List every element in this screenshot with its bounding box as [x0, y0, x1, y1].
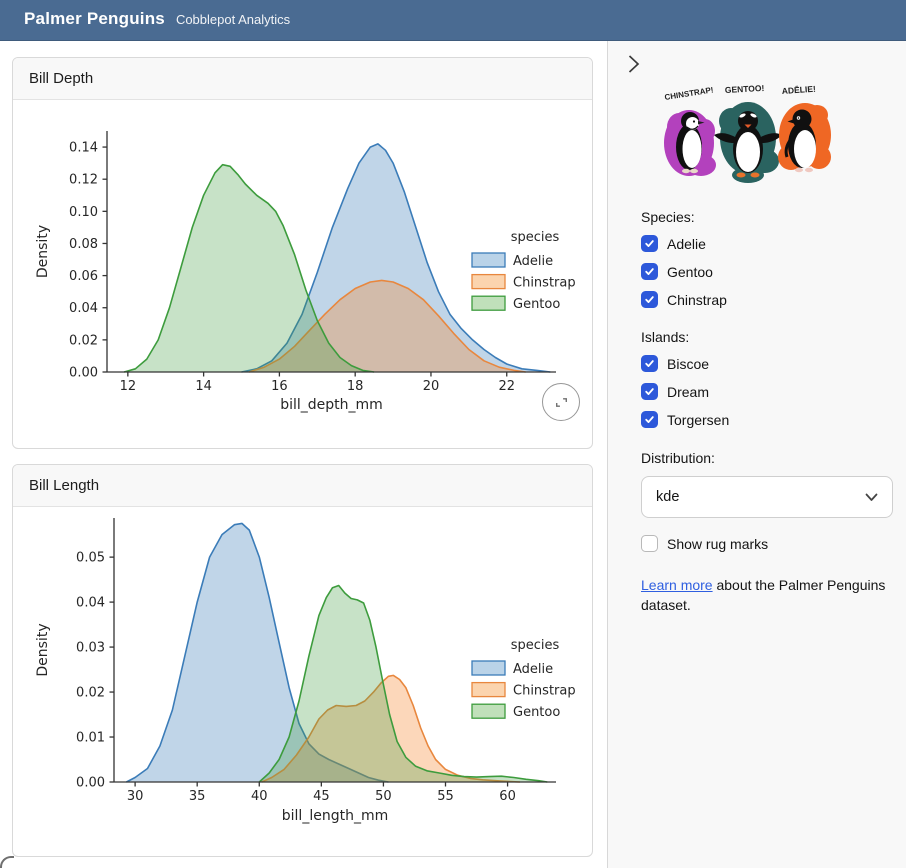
- sidebar-collapse-button[interactable]: [620, 51, 646, 77]
- svg-text:Adelie: Adelie: [513, 662, 553, 677]
- svg-text:0.04: 0.04: [69, 301, 98, 316]
- svg-text:14: 14: [195, 379, 212, 394]
- distribution-label: Distribution:: [641, 450, 893, 466]
- svg-text:16: 16: [271, 379, 288, 394]
- species-option-adelie[interactable]: Adelie: [641, 235, 893, 252]
- species-group-label: Species:: [641, 209, 893, 225]
- species-filter-group: Species: Adelie Gentoo Chinstrap: [641, 209, 893, 308]
- expand-icon: [553, 394, 570, 411]
- checkbox-icon: [641, 383, 658, 400]
- gentoo-label: GENTOO!: [725, 83, 765, 95]
- islands-group-label: Islands:: [641, 329, 893, 345]
- species-option-gentoo[interactable]: Gentoo: [641, 263, 893, 280]
- learn-more-link[interactable]: Learn more: [641, 577, 713, 593]
- bill-length-chart: 30 35 40 45 50 55 60 0.00 0.01 0.02 0.03 0.04 0.05 bi…: [13, 507, 583, 847]
- svg-text:0.02: 0.02: [69, 333, 98, 348]
- checkbox-icon: [641, 411, 658, 428]
- card-bill-length: Bill Length 30 35 40 45 50 55 60 0.00 0.01 0.02 0.…: [12, 464, 593, 857]
- card-title: Bill Depth: [13, 58, 592, 100]
- island-option-torgersen[interactable]: Torgersen: [641, 411, 893, 428]
- checkbox-icon: [641, 235, 658, 252]
- card-title: Bill Length: [13, 465, 592, 507]
- show-rug-marks-checkbox[interactable]: Show rug marks: [641, 535, 893, 552]
- island-option-biscoe[interactable]: Biscoe: [641, 355, 893, 372]
- svg-text:Gentoo: Gentoo: [513, 705, 560, 720]
- adelie-label: ADĒLIE!: [781, 84, 816, 96]
- checkbox-icon: [641, 291, 658, 308]
- svg-text:12: 12: [120, 379, 137, 394]
- app-title: Palmer Penguins: [24, 9, 165, 29]
- checkbox-icon: [641, 535, 658, 552]
- svg-text:30: 30: [127, 789, 144, 804]
- expand-button[interactable]: [542, 383, 580, 421]
- svg-text:bill_length_mm: bill_length_mm: [282, 808, 388, 824]
- svg-text:0.08: 0.08: [69, 237, 98, 252]
- svg-text:species: species: [511, 230, 560, 245]
- bill-depth-chart: 12 14 16 18 20 22 0.00 0.02 0.04 0.06 0.08 0.10 0.12…: [13, 100, 583, 430]
- next-card-peek: [0, 856, 14, 868]
- svg-text:0.12: 0.12: [69, 173, 98, 188]
- svg-text:18: 18: [347, 379, 364, 394]
- island-option-dream[interactable]: Dream: [641, 383, 893, 400]
- chevron-right-icon: [627, 54, 640, 74]
- svg-text:Adelie: Adelie: [513, 254, 553, 269]
- svg-text:Chinstrap: Chinstrap: [513, 684, 576, 699]
- gentoo-penguin: [714, 102, 782, 183]
- svg-text:bill_depth_mm: bill_depth_mm: [280, 397, 383, 413]
- chevron-down-icon: [865, 493, 878, 502]
- dataset-footnote: Learn more about the Palmer Penguins dat…: [641, 575, 893, 615]
- svg-text:0.00: 0.00: [69, 366, 98, 381]
- distribution-select[interactable]: kde: [641, 476, 893, 518]
- app-navbar: Palmer Penguins Cobblepot Analytics: [0, 0, 906, 41]
- svg-text:0.02: 0.02: [76, 686, 105, 701]
- svg-text:0.06: 0.06: [69, 269, 98, 284]
- card-bill-depth: Bill Depth 12 14 16 18 20 22 0.00 0.02 0.04 0.06 0…: [12, 57, 593, 449]
- svg-text:45: 45: [313, 789, 330, 804]
- chinstrap-label: CHINSTRAP!: [664, 85, 714, 102]
- svg-text:0.03: 0.03: [76, 641, 105, 656]
- svg-text:0.01: 0.01: [76, 731, 105, 746]
- svg-text:0.10: 0.10: [69, 205, 98, 220]
- svg-text:species: species: [511, 638, 560, 653]
- svg-text:Density: Density: [35, 225, 51, 278]
- distribution-selected-value: kde: [656, 489, 679, 505]
- svg-text:60: 60: [499, 789, 516, 804]
- main-content: Bill Depth 12 14 16 18 20 22 0.00 0.02 0.04 0.06 0…: [0, 41, 607, 868]
- adelie-penguin: [778, 103, 831, 172]
- svg-text:Chinstrap: Chinstrap: [513, 276, 576, 291]
- svg-text:55: 55: [437, 789, 454, 804]
- svg-text:20: 20: [423, 379, 440, 394]
- svg-text:0.05: 0.05: [76, 551, 105, 566]
- svg-text:50: 50: [375, 789, 392, 804]
- svg-text:0.00: 0.00: [76, 776, 105, 791]
- svg-text:0.04: 0.04: [76, 596, 105, 611]
- distribution-group: Distribution: kde: [641, 450, 893, 518]
- app-subtitle: Cobblepot Analytics: [176, 12, 290, 27]
- svg-text:0.14: 0.14: [69, 141, 98, 156]
- checkbox-icon: [641, 355, 658, 372]
- svg-text:40: 40: [251, 789, 268, 804]
- penguin-artwork: CHINSTRAP! GENTOO! ADĒLIE!: [653, 83, 839, 185]
- islands-filter-group: Islands: Biscoe Dream Torgersen: [641, 329, 893, 428]
- chinstrap-penguin: [664, 110, 716, 176]
- svg-text:Gentoo: Gentoo: [513, 297, 560, 312]
- svg-text:22: 22: [498, 379, 515, 394]
- species-option-chinstrap[interactable]: Chinstrap: [641, 291, 893, 308]
- svg-text:Density: Density: [35, 623, 51, 676]
- sidebar: CHINSTRAP! GENTOO! ADĒLIE!: [607, 41, 906, 868]
- svg-text:35: 35: [189, 789, 206, 804]
- checkbox-icon: [641, 263, 658, 280]
